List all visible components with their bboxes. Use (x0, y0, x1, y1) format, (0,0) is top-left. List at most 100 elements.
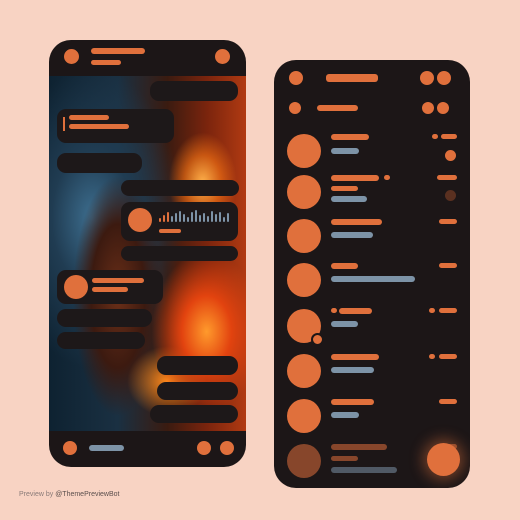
chat-time (437, 175, 457, 180)
play-voice-button[interactable] (128, 208, 152, 232)
message-bubble[interactable] (57, 332, 145, 349)
edit-icon[interactable] (437, 102, 449, 114)
chat-avatar (287, 219, 321, 253)
archive-icon[interactable] (289, 102, 301, 114)
chat-time (432, 134, 438, 139)
waveform-bar (227, 213, 229, 222)
chat-preview (331, 276, 415, 282)
chat-time (441, 134, 457, 139)
chat-list (274, 122, 470, 488)
chat-name (331, 354, 379, 360)
waveform-bar (219, 212, 221, 222)
chat-avatar (287, 399, 321, 433)
chat-preview (331, 412, 359, 418)
file-size (92, 287, 128, 292)
waveform-bar (211, 211, 213, 222)
message-bubble[interactable] (57, 309, 152, 327)
chat-time (439, 308, 457, 313)
chat-preview (331, 367, 374, 373)
chat-name (331, 263, 358, 269)
waveform-bar (223, 217, 225, 222)
chat-list-item[interactable] (274, 128, 470, 170)
chat-preview (331, 148, 359, 154)
chat-list-item[interactable] (274, 216, 470, 258)
unread-badge (445, 150, 456, 161)
voice-message-bubble[interactable] (121, 202, 238, 241)
chat-time (439, 399, 457, 404)
lock-icon[interactable] (420, 71, 434, 85)
chat-name (331, 175, 379, 181)
file-icon[interactable] (64, 275, 88, 299)
message-bubble[interactable] (150, 405, 238, 423)
chat-time (439, 354, 457, 359)
reply-text (69, 124, 129, 129)
muted-badge (445, 190, 456, 201)
chat-preview (331, 196, 367, 202)
message-bubble[interactable] (57, 153, 142, 173)
waveform-bar (175, 213, 177, 222)
reply-line (63, 117, 65, 131)
chat-list-screen (274, 60, 470, 488)
waveform-bar (163, 215, 165, 222)
voice-waveform[interactable] (159, 208, 231, 222)
waveform-bar (207, 216, 209, 222)
reply-author (69, 115, 109, 120)
chat-preview (331, 321, 358, 327)
chat-time (439, 263, 457, 268)
filter-icon[interactable] (422, 102, 434, 114)
message-bubble[interactable] (157, 356, 238, 375)
chat-avatar (287, 444, 321, 478)
archive-label[interactable] (317, 105, 358, 111)
preview-credit-handle[interactable]: @ThemePreviewBot (55, 491, 119, 498)
chat-avatar (287, 354, 321, 388)
message-bubble[interactable] (121, 180, 239, 196)
message-bubble[interactable] (157, 382, 238, 400)
chat-avatar (287, 175, 321, 209)
app-title (326, 74, 378, 82)
chat-list-item[interactable] (274, 348, 470, 390)
reply-message-bubble[interactable] (57, 109, 174, 143)
chat-name (331, 134, 369, 140)
file-message-bubble[interactable] (57, 270, 163, 304)
attach-button[interactable] (63, 441, 77, 455)
voice-duration (159, 229, 181, 233)
waveform-bar (203, 213, 205, 222)
chat-time (429, 308, 435, 313)
chat-list-item[interactable] (274, 260, 470, 302)
chat-status (91, 60, 121, 65)
online-indicator (311, 333, 324, 346)
menu-button[interactable] (289, 71, 303, 85)
chat-avatar[interactable] (215, 49, 230, 64)
preview-credit-prefix: Preview by (19, 491, 54, 498)
waveform-bar (159, 218, 161, 222)
chat-name (331, 308, 337, 313)
chat-avatar (287, 263, 321, 297)
chat-name (331, 219, 382, 225)
chat-list-item[interactable] (274, 172, 470, 214)
folder-tabs (274, 98, 470, 118)
chat-preview (331, 232, 373, 238)
voice-record-button[interactable] (220, 441, 234, 455)
file-name (92, 278, 144, 283)
message-input[interactable] (89, 445, 124, 451)
new-message-button[interactable] (427, 443, 460, 476)
search-button[interactable] (437, 71, 451, 85)
message-bubble[interactable] (150, 81, 238, 101)
chat-list-item[interactable] (274, 304, 470, 346)
emoji-button[interactable] (197, 441, 211, 455)
chat-name (331, 399, 374, 405)
chat-sender (331, 186, 358, 191)
waveform-bar (187, 217, 189, 222)
message-bubble[interactable] (121, 246, 238, 261)
back-button[interactable] (64, 49, 79, 64)
chat-list-item[interactable] (274, 392, 470, 434)
waveform-bar (183, 214, 185, 222)
chat-title[interactable] (91, 48, 145, 54)
message-input-bar (49, 431, 246, 467)
chat-header (49, 40, 246, 76)
chat-wallpaper (49, 76, 246, 431)
waveform-bar (179, 211, 181, 222)
chat-time (384, 175, 390, 180)
preview-credit: Preview by @ThemePreviewBot (19, 491, 119, 498)
waveform-bar (215, 214, 217, 222)
